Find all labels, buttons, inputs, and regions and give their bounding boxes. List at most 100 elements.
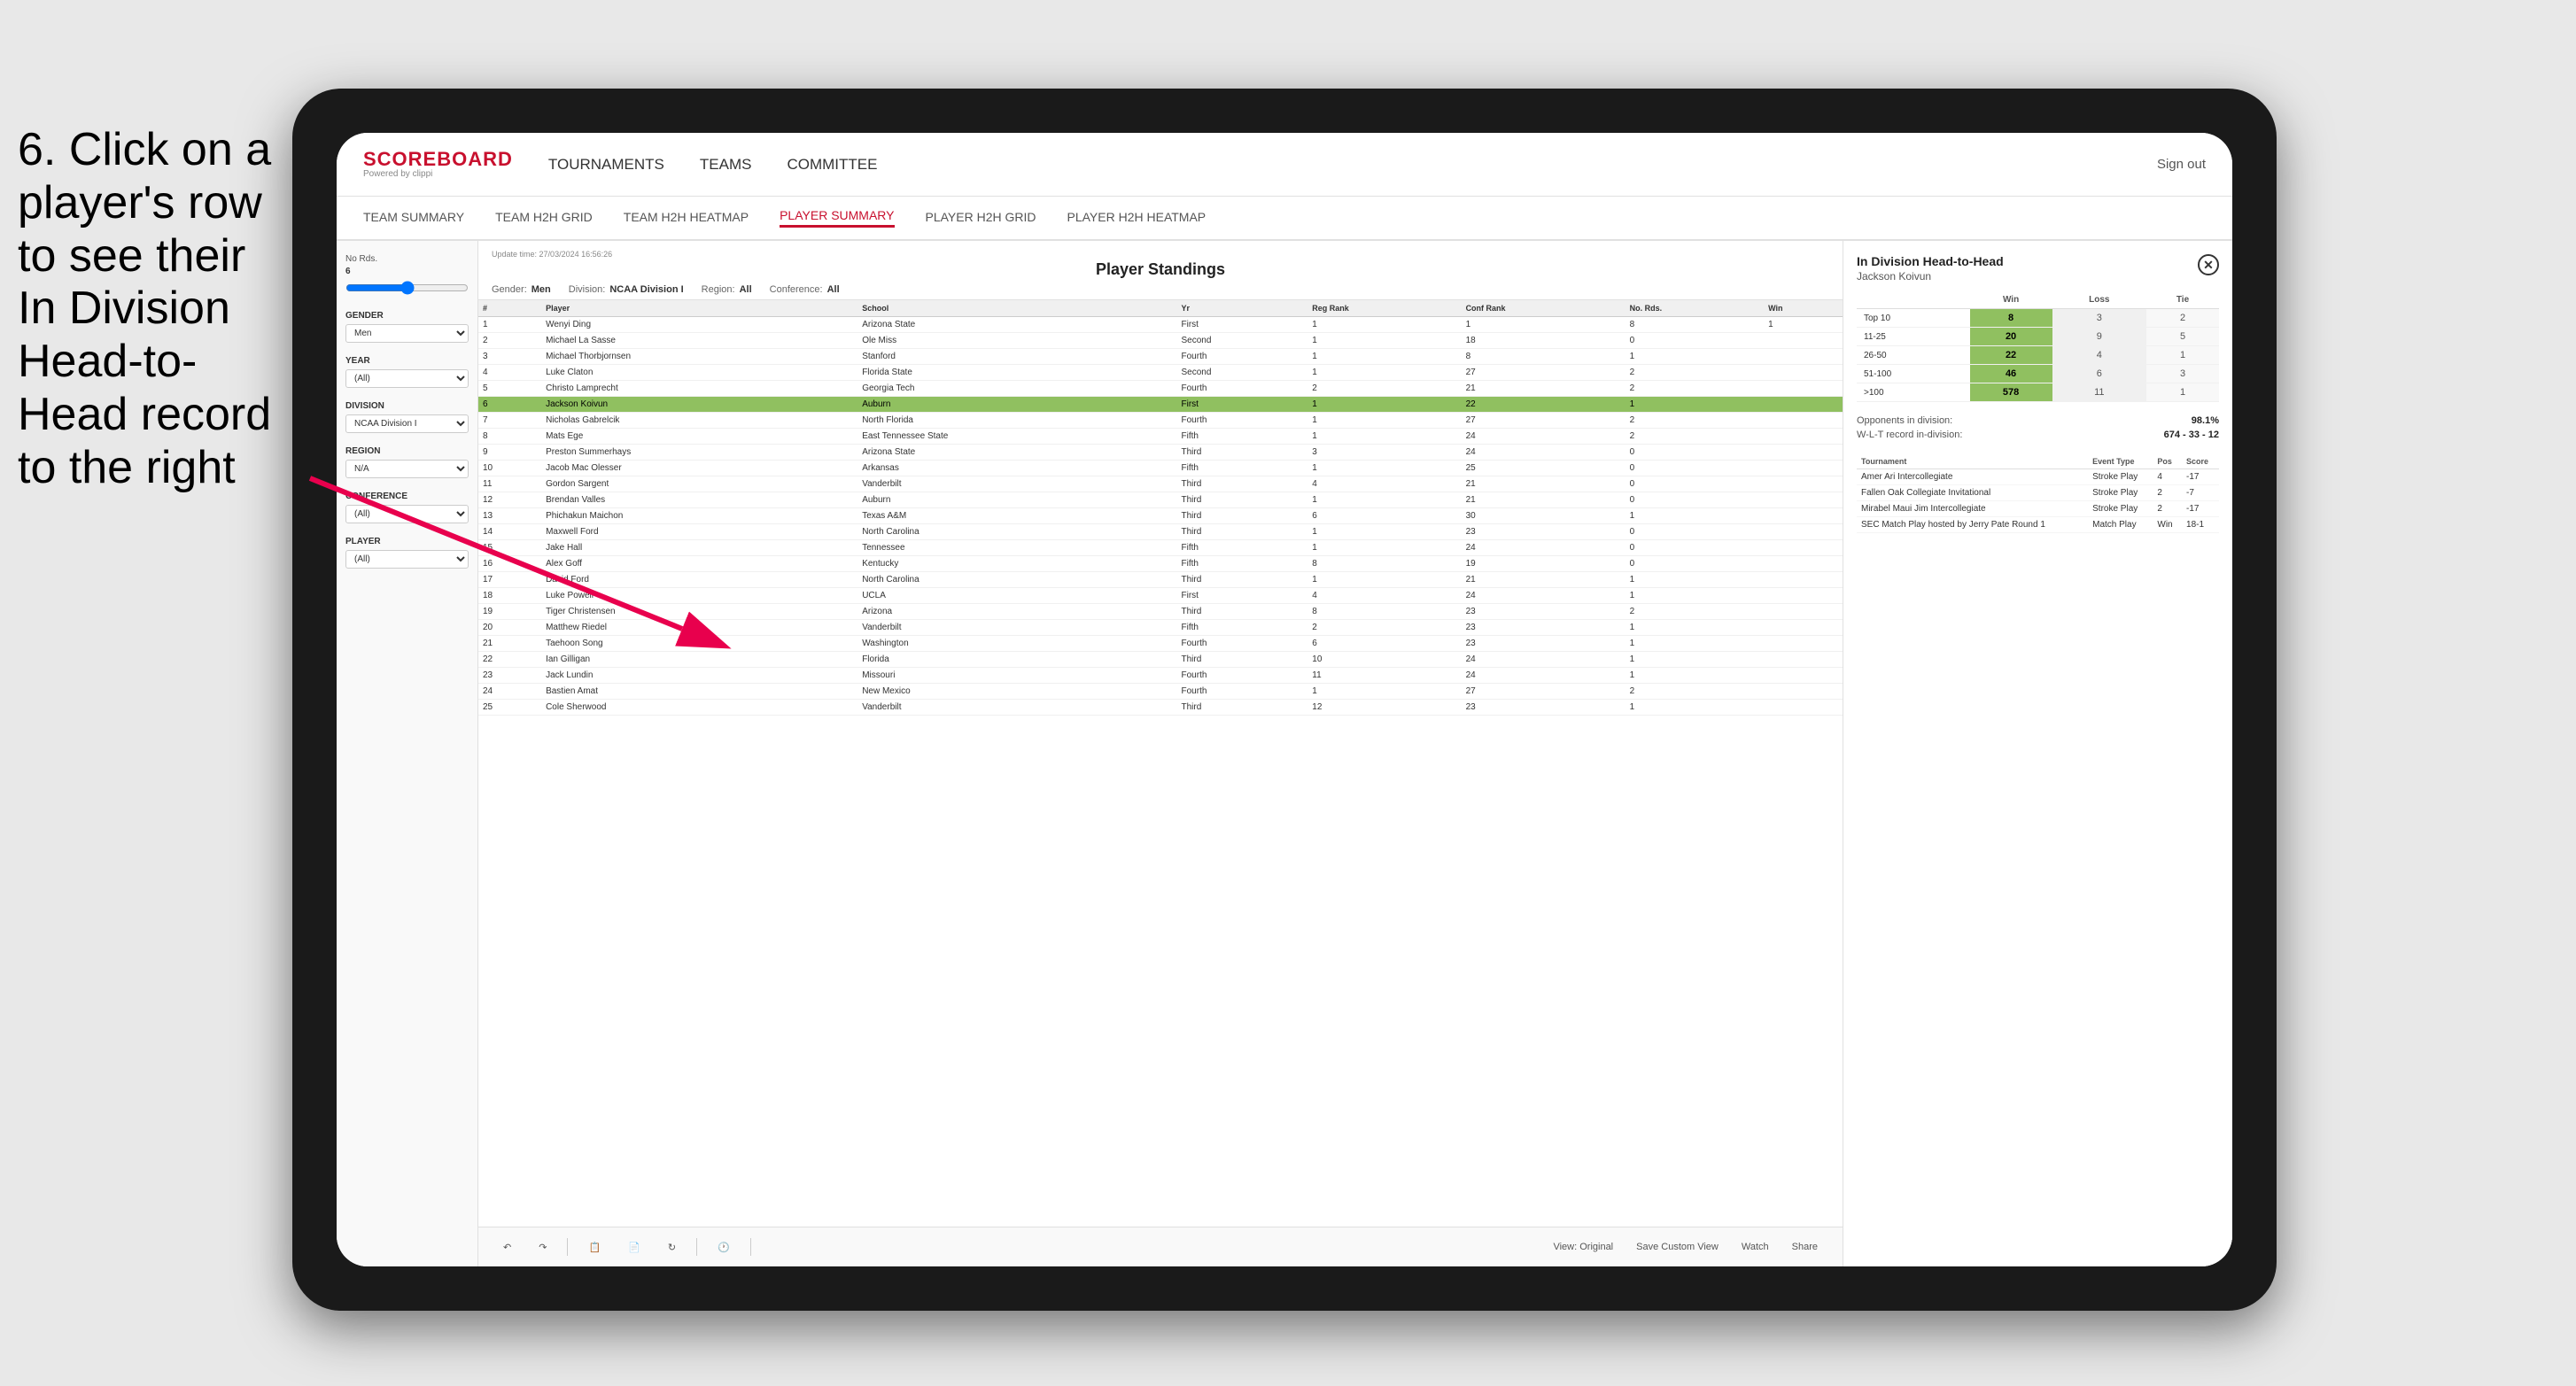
table-row[interactable]: 14 Maxwell Ford North Carolina Third 1 2… [478, 524, 1843, 540]
table-scroll[interactable]: # Player School Yr Reg Rank Conf Rank No… [478, 300, 1843, 1227]
cell-win [1764, 684, 1843, 700]
table-row[interactable]: 13 Phichakun Maichon Texas A&M Third 6 3… [478, 508, 1843, 524]
table-row[interactable]: 20 Matthew Riedel Vanderbilt Fifth 2 23 … [478, 620, 1843, 636]
tournament-row[interactable]: Amer Ari Intercollegiate Stroke Play 4 -… [1857, 469, 2219, 485]
table-row[interactable]: 19 Tiger Christensen Arizona Third 8 23 … [478, 604, 1843, 620]
gender-select[interactable]: Men Women [345, 324, 469, 343]
cell-rds: 0 [1626, 461, 1764, 476]
table-row[interactable]: 17 David Ford North Carolina Third 1 21 … [478, 572, 1843, 588]
cell-win [1764, 572, 1843, 588]
h2h-win: 22 [1970, 346, 2052, 365]
tourney-name: Mirabel Maui Jim Intercollegiate [1857, 501, 2088, 517]
cell-win [1764, 461, 1843, 476]
cell-player: Tiger Christensen [541, 604, 857, 620]
nav-committee[interactable]: COMMITTEE [787, 151, 877, 178]
cell-player: Alex Goff [541, 556, 857, 572]
save-custom-btn[interactable]: Save Custom View [1629, 1238, 1726, 1256]
cell-num: 17 [478, 572, 541, 588]
region-filter-label: Region [345, 446, 469, 456]
cell-player: Michael La Sasse [541, 333, 857, 349]
undo-btn[interactable]: ↶ [496, 1238, 518, 1257]
table-row[interactable]: 12 Brendan Valles Auburn Third 1 21 0 [478, 492, 1843, 508]
cell-player: Cole Sherwood [541, 700, 857, 716]
tab-player-h2h-grid[interactable]: PLAYER H2H GRID [926, 210, 1036, 227]
player-filter: Player (All) [345, 537, 469, 569]
table-row[interactable]: 7 Nicholas Gabrelcik North Florida Fourt… [478, 413, 1843, 429]
h2h-win: 578 [1970, 383, 2052, 402]
table-row[interactable]: 22 Ian Gilligan Florida Third 10 24 1 [478, 652, 1843, 668]
tab-team-summary[interactable]: TEAM SUMMARY [363, 210, 464, 227]
toolbar-sep-1 [567, 1238, 568, 1256]
table-row[interactable]: 18 Luke Powell UCLA First 4 24 1 [478, 588, 1843, 604]
clock-btn[interactable]: 🕐 [710, 1238, 737, 1257]
tournament-row[interactable]: Mirabel Maui Jim Intercollegiate Stroke … [1857, 501, 2219, 517]
tab-team-h2h-grid[interactable]: TEAM H2H GRID [495, 210, 593, 227]
refresh-btn[interactable]: ↻ [661, 1238, 683, 1257]
division-select[interactable]: NCAA Division I [345, 414, 469, 433]
standings-title: Player Standings [492, 260, 1829, 279]
cell-num: 15 [478, 540, 541, 556]
cell-num: 6 [478, 397, 541, 413]
conference-filter-label: Conference [345, 492, 469, 501]
tourney-pos: 4 [2153, 469, 2182, 485]
toolbar-sep-2 [696, 1238, 697, 1256]
cell-rds: 1 [1626, 397, 1764, 413]
tab-team-h2h-heatmap[interactable]: TEAM H2H HEATMAP [624, 210, 749, 227]
h2h-close-button[interactable]: ✕ [2198, 254, 2219, 275]
cell-conf: 23 [1462, 604, 1626, 620]
slider-container [345, 281, 469, 298]
no-rds-slider[interactable] [345, 281, 469, 295]
cell-win [1764, 540, 1843, 556]
year-select[interactable]: (All) [345, 369, 469, 388]
player-select[interactable]: (All) [345, 550, 469, 569]
h2h-rank: >100 [1857, 383, 1970, 402]
region-filter: Region N/A [345, 446, 469, 478]
copy-btn[interactable]: 📋 [581, 1238, 608, 1257]
tourney-col-name: Tournament [1857, 454, 2088, 469]
nav-teams[interactable]: TEAMS [700, 151, 752, 178]
table-row[interactable]: 10 Jacob Mac Olesser Arkansas Fifth 1 25… [478, 461, 1843, 476]
tourney-name: Fallen Oak Collegiate Invitational [1857, 485, 2088, 501]
sign-out-button[interactable]: Sign out [2157, 157, 2206, 172]
table-row[interactable]: 3 Michael Thorbjornsen Stanford Fourth 1… [478, 349, 1843, 365]
table-row[interactable]: 6 Jackson Koivun Auburn First 1 22 1 [478, 397, 1843, 413]
cell-conf: 23 [1462, 636, 1626, 652]
table-row[interactable]: 4 Luke Claton Florida State Second 1 27 … [478, 365, 1843, 381]
tournament-row[interactable]: Fallen Oak Collegiate Invitational Strok… [1857, 485, 2219, 501]
table-row[interactable]: 9 Preston Summerhays Arizona State Third… [478, 445, 1843, 461]
h2h-rank: 51-100 [1857, 365, 1970, 383]
table-row[interactable]: 8 Mats Ege East Tennessee State Fifth 1 … [478, 429, 1843, 445]
conference-select[interactable]: (All) [345, 505, 469, 523]
redo-btn[interactable]: ↷ [531, 1238, 554, 1257]
cell-win [1764, 397, 1843, 413]
tab-player-summary[interactable]: PLAYER SUMMARY [780, 208, 894, 228]
no-rds-label: No Rds. [345, 254, 469, 264]
cell-rds: 1 [1626, 508, 1764, 524]
tournament-row[interactable]: SEC Match Play hosted by Jerry Pate Roun… [1857, 517, 2219, 533]
nav-tournaments[interactable]: TOURNAMENTS [548, 151, 664, 178]
table-row[interactable]: 16 Alex Goff Kentucky Fifth 8 19 0 [478, 556, 1843, 572]
h2h-stats: Opponents in division: 98.1% W-L-T recor… [1857, 415, 2219, 444]
tab-player-h2h-heatmap[interactable]: PLAYER H2H HEATMAP [1067, 210, 1207, 227]
cell-yr: Third [1177, 604, 1308, 620]
table-row[interactable]: 25 Cole Sherwood Vanderbilt Third 12 23 … [478, 700, 1843, 716]
paste-btn[interactable]: 📄 [621, 1238, 648, 1257]
region-select[interactable]: N/A [345, 460, 469, 478]
table-row[interactable]: 24 Bastien Amat New Mexico Fourth 1 27 2 [478, 684, 1843, 700]
cell-rds: 1 [1626, 652, 1764, 668]
table-row[interactable]: 5 Christo Lamprecht Georgia Tech Fourth … [478, 381, 1843, 397]
table-row[interactable]: 1 Wenyi Ding Arizona State First 1 1 8 1 [478, 317, 1843, 333]
cell-yr: Third [1177, 700, 1308, 716]
table-row[interactable]: 21 Taehoon Song Washington Fourth 6 23 1 [478, 636, 1843, 652]
share-btn[interactable]: Share [1785, 1238, 1825, 1256]
table-row[interactable]: 15 Jake Hall Tennessee Fifth 1 24 0 [478, 540, 1843, 556]
watch-btn[interactable]: Watch [1734, 1238, 1776, 1256]
view-original-btn[interactable]: View: Original [1546, 1238, 1620, 1256]
table-row[interactable]: 11 Gordon Sargent Vanderbilt Third 4 21 … [478, 476, 1843, 492]
table-row[interactable]: 23 Jack Lundin Missouri Fourth 11 24 1 [478, 668, 1843, 684]
table-row[interactable]: 2 Michael La Sasse Ole Miss Second 1 18 … [478, 333, 1843, 349]
cell-player: Jake Hall [541, 540, 857, 556]
cell-player: Preston Summerhays [541, 445, 857, 461]
cell-yr: Third [1177, 652, 1308, 668]
cell-num: 18 [478, 588, 541, 604]
